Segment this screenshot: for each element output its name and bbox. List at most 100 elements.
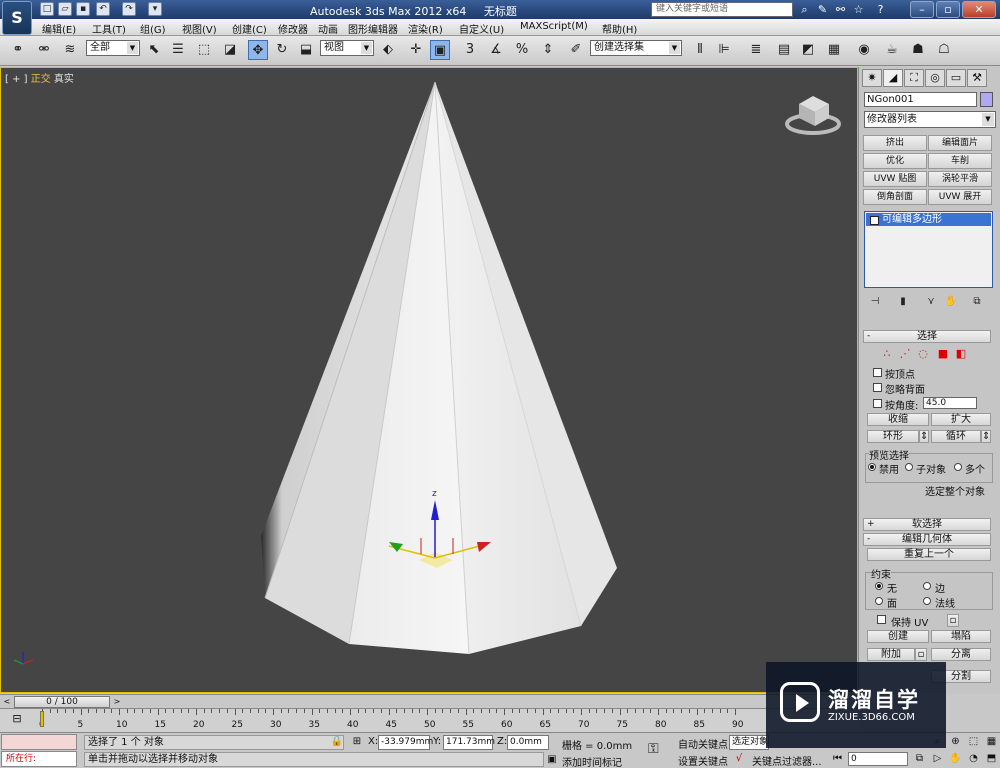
perspective-viewport[interactable]: z [ + ] 正交 真实 xyxy=(0,67,858,693)
time-config-icon[interactable]: ⧉ xyxy=(912,752,927,766)
pivot-center-icon[interactable]: ⬖ xyxy=(378,40,398,60)
orbit-icon[interactable]: ◔ xyxy=(966,752,981,766)
x-coordinate-field[interactable]: -33.979mm xyxy=(378,735,433,750)
wrench-icon[interactable]: ✎ xyxy=(815,2,830,17)
ngon-pyramid[interactable] xyxy=(261,81,617,655)
angle-snap-icon[interactable]: ∡ xyxy=(486,40,506,60)
menu-modifiers[interactable]: 修改器 xyxy=(278,21,308,36)
menu-help[interactable]: 帮助(H) xyxy=(602,21,637,36)
object-name-field[interactable]: NGon001 xyxy=(864,92,977,107)
redo-icon[interactable]: ↷ xyxy=(122,2,136,16)
layer-manager-icon[interactable]: ≣ xyxy=(746,40,766,60)
add-time-tag-button[interactable]: 添加时间标记 xyxy=(562,754,622,768)
zoom-extents-icon[interactable]: ⬚ xyxy=(966,735,981,749)
grow-button[interactable]: 扩大 xyxy=(931,413,991,426)
material-editor-icon[interactable]: ◉ xyxy=(854,40,874,60)
soft-selection-rollout-header[interactable]: + 软选择 xyxy=(863,518,991,531)
pin-stack-icon[interactable]: ⊣ xyxy=(867,295,883,309)
track-bar[interactable]: ⊟ 051015202530354045505560657075808590 xyxy=(0,708,858,732)
modifier-button-extrude[interactable]: 挤出 xyxy=(863,135,927,151)
motion-tab-icon[interactable]: ◎ xyxy=(925,69,945,87)
modifier-button-bevel-profile[interactable]: 倒角剖面 xyxy=(863,189,927,205)
link-tool-icon[interactable]: ⚭ xyxy=(8,40,28,60)
align-icon[interactable]: ⊫ xyxy=(714,40,734,60)
select-manipulate-icon[interactable]: ✛ xyxy=(406,40,426,60)
menu-rendering[interactable]: 渲染(R) xyxy=(408,21,443,36)
menu-maxscript[interactable]: MAXScript(M) xyxy=(520,21,588,32)
key-filters-button[interactable]: 关键点过滤器... xyxy=(752,753,822,768)
binoculars-icon[interactable]: ⌕ xyxy=(797,2,812,17)
loop-button[interactable]: 循环 xyxy=(931,430,981,443)
display-tab-icon[interactable]: ▭ xyxy=(946,69,966,87)
element-mode-icon[interactable]: ◧ xyxy=(955,348,967,360)
menu-group[interactable]: 组(G) xyxy=(140,21,166,36)
select-by-name-icon[interactable]: ☰ xyxy=(168,40,188,60)
named-selection-dropdown[interactable]: 创建选择集 ▼ xyxy=(590,40,682,56)
key-filter-icon[interactable]: √ xyxy=(732,752,746,766)
maximize-viewport-icon[interactable]: ⬒ xyxy=(984,752,999,766)
star-icon[interactable]: ☆ xyxy=(851,2,866,17)
attach-list-button[interactable]: ▫ xyxy=(915,648,927,661)
go-to-start-icon[interactable]: ⏮ xyxy=(830,752,845,766)
graphite-tools-icon[interactable]: ▤ xyxy=(774,40,794,60)
search-input[interactable]: 键入关键字或短语 xyxy=(651,2,793,17)
rect-selection-icon[interactable]: ⬚ xyxy=(194,40,214,60)
schematic-view-icon[interactable]: ▦ xyxy=(824,40,844,60)
menu-edit[interactable]: 编辑(E) xyxy=(42,21,76,36)
viewport-label[interactable]: [ + ] 正交 真实 xyxy=(5,70,74,85)
set-key-icon[interactable]: ⚿ xyxy=(648,741,668,757)
by-vertex-checkbox[interactable] xyxy=(873,368,882,377)
percent-snap-icon[interactable]: % xyxy=(512,40,532,60)
maximize-button[interactable]: ▫ xyxy=(936,1,960,18)
viewport-shading-menu[interactable]: 真实 xyxy=(54,74,74,85)
select-rotate-icon[interactable]: ↻ xyxy=(272,40,292,60)
set-key-button[interactable]: 设置关键点 xyxy=(678,753,728,768)
time-slider[interactable]: < 0 / 100 > xyxy=(0,694,858,708)
ignore-backface-checkbox[interactable] xyxy=(873,383,882,392)
mini-curve-editor-icon[interactable]: ⊟ xyxy=(8,712,26,726)
collapse-button[interactable]: 塌陷 xyxy=(931,630,991,643)
current-frame-field[interactable]: 0 xyxy=(848,752,908,766)
time-slider-thumb[interactable]: 0 / 100 xyxy=(14,696,110,708)
modifier-button-turbosmooth[interactable]: 涡轮平滑 xyxy=(928,171,992,187)
border-mode-icon[interactable]: ◌ xyxy=(917,348,929,360)
utilities-tab-icon[interactable]: ⚒ xyxy=(967,69,987,87)
viewport-plus-menu[interactable]: [ + ] xyxy=(5,74,28,85)
render-setup-icon[interactable]: ☕ xyxy=(882,40,902,60)
select-object-icon[interactable]: ⬉ xyxy=(144,40,164,60)
z-coordinate-field[interactable]: 0.0mm xyxy=(507,735,549,750)
time-prev-arrow-icon[interactable]: < xyxy=(2,696,12,708)
unlink-tool-icon[interactable]: ⚮ xyxy=(34,40,54,60)
close-button[interactable]: ✕ xyxy=(962,1,996,18)
constraint-normal-radio[interactable] xyxy=(923,597,931,605)
preview-disabled-radio[interactable] xyxy=(868,463,876,471)
attach-button[interactable]: 附加 xyxy=(867,648,915,661)
reference-coordinate-dropdown[interactable]: 视图 ▼ xyxy=(320,40,374,56)
loop-spinner-arrows[interactable]: ⇕ xyxy=(981,430,991,443)
undo-icon[interactable]: ↶ xyxy=(96,2,110,16)
preserve-uv-checkbox[interactable] xyxy=(877,615,886,624)
select-scale-icon[interactable]: ⬓ xyxy=(296,40,316,60)
menu-graph-editors[interactable]: 图形编辑器 xyxy=(348,21,398,36)
repeat-last-button[interactable]: 重复上一个 xyxy=(867,548,991,561)
select-move-icon[interactable]: ✥ xyxy=(248,40,268,60)
link-icon[interactable]: ⚯ xyxy=(833,2,848,17)
open-file-icon[interactable]: ▱ xyxy=(58,2,72,16)
shrink-button[interactable]: 收缩 xyxy=(867,413,929,426)
show-end-result-icon[interactable]: ▮ xyxy=(895,295,911,309)
modifier-button-unwrap-uvw[interactable]: UVW 展开 xyxy=(928,189,992,205)
preview-subobject-radio[interactable] xyxy=(905,463,913,471)
edit-named-selection-icon[interactable]: ✐ xyxy=(566,40,586,60)
menu-create[interactable]: 创建(C) xyxy=(232,21,267,36)
modifier-list-dropdown[interactable]: 修改器列表 ▼ xyxy=(864,111,996,128)
edit-geometry-rollout-header[interactable]: - 编辑几何体 xyxy=(863,533,991,546)
track-cursor[interactable] xyxy=(40,711,44,727)
rendered-frame-icon[interactable]: ☗ xyxy=(908,40,928,60)
absolute-mode-icon[interactable]: ⊞ xyxy=(350,735,364,749)
viewport-view-menu[interactable]: 正交 xyxy=(31,74,51,85)
edge-mode-icon[interactable]: ⋰ xyxy=(899,348,911,360)
lock-selection-icon[interactable]: 🔒 xyxy=(330,735,344,749)
bind-space-warp-icon[interactable]: ≋ xyxy=(60,40,80,60)
zoom-all-icon[interactable]: ⊕ xyxy=(948,735,963,749)
constraint-edge-radio[interactable] xyxy=(923,582,931,590)
